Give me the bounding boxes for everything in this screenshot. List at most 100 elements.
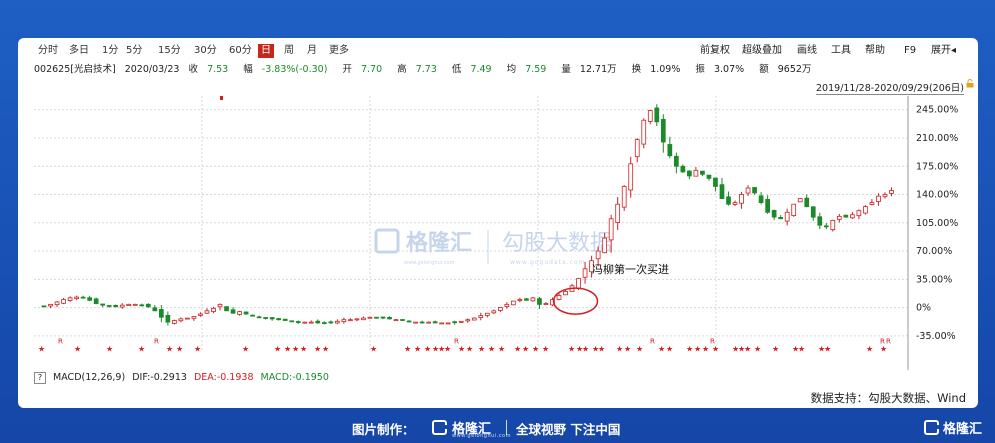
period-15min[interactable]: 15分 [158,44,181,58]
candle-body [765,199,770,213]
expand-label: 展开 [931,45,951,56]
change-value: -3.83%(-0.30) [261,64,328,75]
candle-body [660,118,666,143]
period-monthly[interactable]: 月 [307,44,317,58]
signal-star: ★ [522,345,529,354]
y-tick-label: 105.00% [916,218,958,229]
candle-body [400,319,405,321]
candle-body [732,202,738,205]
candle-body [869,202,875,205]
candle-body [706,174,712,179]
signal-star: ★ [322,345,329,354]
candle-body [739,194,744,204]
candle-body [321,322,327,325]
tools-button[interactable]: 工具 [831,44,851,58]
period-1min[interactable]: 1分 [102,44,118,58]
signal-star: ★ [314,345,321,354]
f9-button[interactable]: F9 [904,44,916,58]
candlestick-chart[interactable]: 245.00% 210.00% 175.00% 140.00% 105.00% 70.00… [18,90,978,370]
y-tick-label: 70.00% [916,246,952,257]
candle-body [328,321,334,324]
candle-body [563,291,568,296]
signal-star: ★ [242,345,249,354]
candle-body [713,177,718,187]
signal-r: R [58,338,63,346]
candle-body [524,298,529,301]
candle-body [354,318,360,321]
candle-body [452,321,458,324]
signal-star: ★ [866,345,873,354]
candle-body [517,299,523,301]
period-daily[interactable]: 日 [258,44,274,58]
annotation-circle [552,287,599,315]
period-60min[interactable]: 60分 [229,44,252,58]
y-tick-label: -35.00% [916,331,956,342]
lock-icon[interactable] [966,79,974,88]
candle-body [700,170,705,175]
indicator-toggle[interactable]: ? [34,371,46,384]
indicator-line: ? MACD(12,26,9) DIF:-0.2913 DEA:-0.1938 … [34,371,333,385]
signal-star: ★ [466,345,473,354]
signal-star: ★ [498,345,505,354]
period-weekly[interactable]: 周 [284,44,294,58]
period-more[interactable]: 更多 [329,44,349,58]
signal-star: ★ [712,345,719,354]
candle-body [367,316,373,319]
signal-star: ★ [880,345,887,354]
candle-body [719,184,725,199]
signal-star: ★ [658,345,665,354]
quote-line: 002625[光启技术] 2020/03/23 收 7.53 幅 -3.83%(… [34,64,823,76]
candle-body [374,316,379,319]
candle-body [641,119,647,145]
candle-body [132,303,138,306]
candle-body [745,187,751,194]
candle-body [863,206,868,214]
candle-body [263,317,269,319]
candle-body [48,303,53,307]
super-overlay-button[interactable]: 超级叠加 [742,44,782,58]
y-tick-label: 210.00% [916,133,958,144]
signal-star: ★ [424,345,431,354]
indicator-macd: MACD:-0.1950 [260,372,329,383]
candle-body [87,297,92,301]
candle-body [113,304,119,308]
period-30min[interactable]: 30分 [194,44,217,58]
candle-body [100,303,106,306]
candle-body [647,110,653,122]
period-intraday[interactable]: 分时 [38,44,58,58]
gelonghui-logo-icon-right [924,420,939,435]
candle-body [224,306,229,312]
candle-body [615,203,621,223]
chevron-left-icon: ◂ [951,45,957,56]
high-value: 7.73 [415,64,437,75]
y-tick-label: 0% [916,303,931,314]
signal-star: ★ [300,345,307,354]
candle-body [204,310,210,314]
y-tick-label: 140.00% [916,190,958,201]
period-multi-day[interactable]: 多日 [69,44,89,58]
period-5min[interactable]: 5分 [126,44,142,58]
candle-body [426,321,431,324]
adjust-forward-button[interactable]: 前复权 [700,44,730,58]
candle-body [237,311,242,315]
watermark-brand2-sub: www.gogudata.com [510,259,585,266]
turnover-label: 换 [631,64,642,75]
draw-line-button[interactable]: 画线 [797,44,817,58]
y-tick-label: 35.00% [916,274,952,285]
signal-star: ★ [404,345,411,354]
help-button[interactable]: 帮助 [865,44,885,58]
candle-body [497,307,503,311]
candle-body [282,318,288,321]
candle-body [602,237,607,254]
candle-body [387,316,392,320]
candle-body [784,211,790,222]
candle-body [211,307,216,313]
open-value: 7.70 [360,64,383,75]
candle-body [810,206,816,218]
footer-brand-sub: www.gelonghui.com [452,433,511,439]
expand-button[interactable]: 展开◂ [931,44,956,58]
open-label: 开 [342,64,352,75]
change-label: 幅 [243,64,253,75]
candle-body [172,320,177,324]
signal-star: ★ [414,345,421,354]
